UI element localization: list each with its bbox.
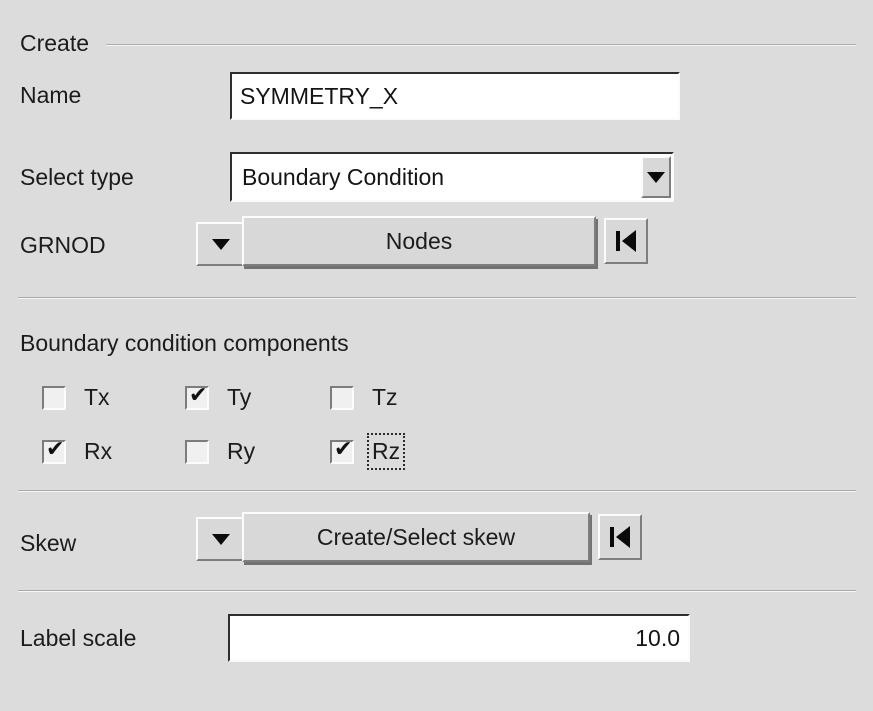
checkbox-rx-label: Rx [84,438,112,465]
select-type-value: Boundary Condition [242,154,444,200]
skip-back-icon [610,526,630,548]
select-type-label: Select type [20,164,134,191]
checkbox-tx-label: Tx [84,384,110,411]
skip-back-icon [616,230,636,252]
create-boundary-condition-panel: Create Name SYMMETRY_X Select type Bound… [0,0,873,711]
chevron-down-icon [212,239,230,250]
select-type-dropdown-button[interactable] [641,156,671,198]
nodes-select-button[interactable]: Nodes [242,216,596,266]
separator-middle [18,490,856,492]
grnod-reset-button[interactable] [604,218,648,264]
name-input[interactable]: SYMMETRY_X [230,72,680,120]
grnod-label: GRNOD [20,232,106,259]
checkbox-ty-label: Ty [227,384,251,411]
skew-reset-button[interactable] [598,514,642,560]
select-type-combobox[interactable]: Boundary Condition [230,152,674,202]
checkbox-tz-box[interactable] [330,386,354,410]
chevron-down-icon [212,534,230,545]
checkbox-rz-check: ✔ [334,439,352,461]
create-select-skew-button-label: Create/Select skew [317,524,515,551]
grnod-dropdown-button[interactable] [196,222,246,266]
name-label: Name [20,82,81,109]
group-title-create: Create [20,30,89,57]
checkbox-rz-box[interactable]: ✔ [330,440,354,464]
checkbox-rx-check: ✔ [46,439,64,461]
group-title-rule [106,44,856,46]
skew-label: Skew [20,530,76,557]
skew-dropdown-button[interactable] [196,517,246,561]
checkbox-ry-box[interactable] [185,440,209,464]
create-select-skew-button[interactable]: Create/Select skew [242,512,590,562]
checkbox-rx-box[interactable]: ✔ [42,440,66,464]
label-scale-input[interactable]: 10.0 [228,614,690,662]
name-input-value: SYMMETRY_X [240,83,398,110]
label-scale-value: 10.0 [635,625,680,652]
checkbox-rz-label: Rz [372,438,400,465]
separator-top [18,297,856,299]
label-scale-label: Label scale [20,625,136,652]
checkbox-ty-box[interactable]: ✔ [185,386,209,410]
separator-bottom [18,590,856,592]
checkbox-ty-check: ✔ [189,385,207,407]
checkbox-tx-box[interactable] [42,386,66,410]
components-title: Boundary condition components [20,330,349,357]
nodes-select-button-label: Nodes [386,228,452,255]
checkbox-ry-label: Ry [227,438,255,465]
checkbox-tz-label: Tz [372,384,398,411]
chevron-down-icon [647,172,665,183]
